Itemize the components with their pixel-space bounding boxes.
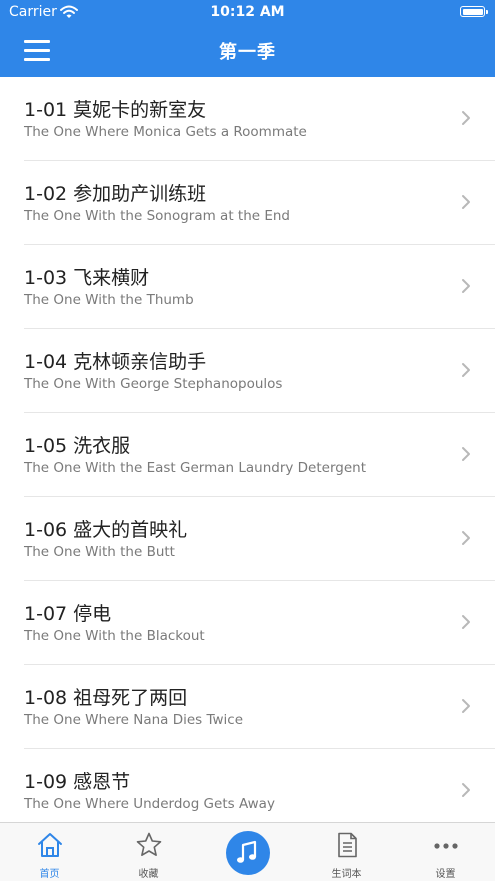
- list-item[interactable]: 1-06 盛大的首映礼 The One With the Butt: [0, 497, 495, 581]
- tab-label: 设置: [435, 869, 456, 880]
- episode-title: 1-03 飞来横财: [24, 267, 150, 289]
- chevron-right-icon: [462, 699, 470, 713]
- tab-vocabulary[interactable]: 生词本: [297, 823, 396, 881]
- battery-icon: [460, 6, 488, 17]
- status-time: 10:12 AM: [210, 4, 285, 20]
- episode-subtitle: The One With George Stephanopoulos: [24, 376, 283, 392]
- list-item[interactable]: 1-07 停电 The One With the Blackout: [0, 581, 495, 665]
- chevron-right-icon: [462, 531, 470, 545]
- star-icon: [136, 832, 161, 856]
- music-player-button[interactable]: [225, 831, 270, 875]
- list-item[interactable]: 1-02 参加助产训练班 The One With the Sonogram a…: [0, 161, 495, 245]
- chevron-right-icon: [462, 279, 470, 293]
- episode-title: 1-07 停电: [24, 603, 112, 625]
- episode-subtitle: The One With the Sonogram at the End: [24, 208, 291, 224]
- tab-label: 首页: [39, 869, 60, 880]
- episode-title: 1-06 盛大的首映礼: [24, 519, 188, 541]
- music-note-icon: [236, 840, 256, 863]
- episode-subtitle: The One Where Underdog Gets Away: [24, 796, 275, 812]
- document-icon: [337, 832, 357, 858]
- tab-home[interactable]: 首页: [0, 823, 99, 881]
- episode-subtitle: The One With the Thumb: [24, 292, 194, 308]
- list-item[interactable]: 1-04 克林顿亲信助手 The One With George Stephan…: [0, 329, 495, 413]
- more-icon: [433, 843, 458, 849]
- list-item[interactable]: 1-08 祖母死了两回 The One Where Nana Dies Twic…: [0, 665, 495, 749]
- episode-subtitle: The One With the Blackout: [24, 628, 205, 644]
- episode-title: 1-09 感恩节: [24, 771, 131, 793]
- tab-label: 收藏: [138, 869, 159, 880]
- chevron-right-icon: [462, 447, 470, 461]
- list-item[interactable]: 1-05 洗衣服 The One With the East German La…: [0, 413, 495, 497]
- chevron-right-icon: [462, 195, 470, 209]
- episode-subtitle: The One With the East German Laundry Det…: [24, 460, 366, 476]
- episode-subtitle: The One With the Butt: [24, 544, 175, 560]
- chevron-right-icon: [462, 615, 470, 629]
- episode-title: 1-05 洗衣服: [24, 435, 131, 457]
- chevron-right-icon: [462, 783, 470, 797]
- status-bar: Carrier 10:12 AM: [0, 0, 495, 26]
- episode-title: 1-01 莫妮卡的新室友: [24, 99, 207, 121]
- list-item[interactable]: 1-01 莫妮卡的新室友 The One Where Monica Gets a…: [0, 77, 495, 161]
- episode-title: 1-04 克林顿亲信助手: [24, 351, 207, 373]
- nav-header: Carrier 10:12 AM 第一季: [0, 0, 495, 77]
- episode-subtitle: The One Where Nana Dies Twice: [24, 712, 244, 728]
- list-item[interactable]: 1-09 感恩节 The One Where Underdog Gets Awa…: [0, 749, 495, 822]
- episode-title: 1-02 参加助产训练班: [24, 183, 207, 205]
- page-title: 第一季: [219, 42, 276, 63]
- tab-bar: 首页 收藏 生词本 设置: [0, 822, 495, 881]
- tab-favorites[interactable]: 收藏: [99, 823, 198, 881]
- episode-list: 1-01 莫妮卡的新室友 The One Where Monica Gets a…: [0, 77, 495, 822]
- tab-label: 生词本: [331, 869, 362, 880]
- tab-player[interactable]: [198, 823, 297, 881]
- tab-settings[interactable]: 设置: [396, 823, 495, 881]
- episode-subtitle: The One Where Monica Gets a Roommate: [24, 124, 307, 140]
- chevron-right-icon: [462, 111, 470, 125]
- chevron-right-icon: [462, 363, 470, 377]
- episode-title: 1-08 祖母死了两回: [24, 687, 188, 709]
- home-icon: [37, 833, 62, 857]
- list-item[interactable]: 1-03 飞来横财 The One With the Thumb: [0, 245, 495, 329]
